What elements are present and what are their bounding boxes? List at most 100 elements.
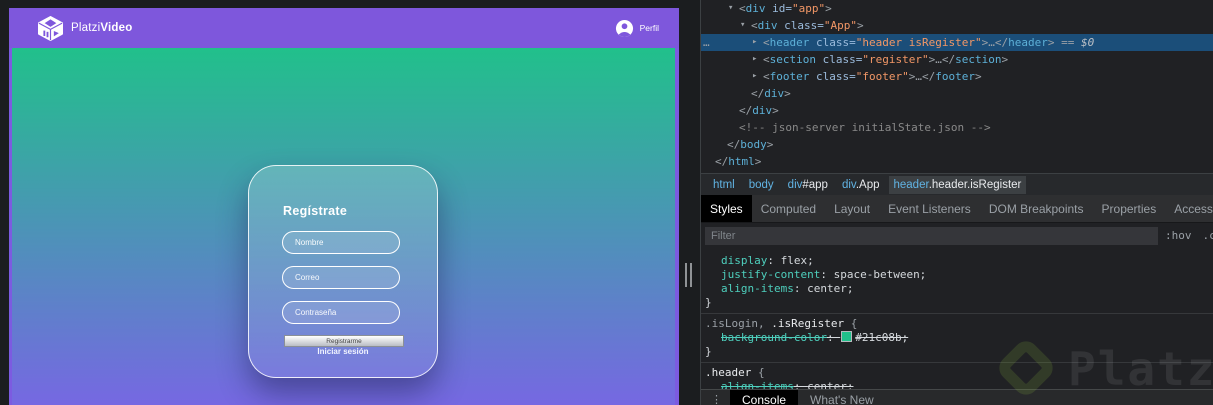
code-segment: .isLogin, <box>705 317 765 330</box>
dom-node-row[interactable]: <!-- json-server initialState.json --> <box>701 119 1213 136</box>
screenshot-root: PlatziVideo Perfil Regístrate Registrarm… <box>0 0 1213 405</box>
code-segment: div <box>757 19 778 32</box>
dom-node-row[interactable]: ▾ <div id="app"> <box>701 0 1213 17</box>
css-rule: display: flex; justify-content: space-bet… <box>701 251 1213 314</box>
code-segment: </ <box>715 155 729 168</box>
css-declaration[interactable]: align-items: center; <box>701 380 1213 389</box>
code-segment: == <box>1054 36 1081 49</box>
code-segment: : <box>793 282 808 295</box>
code-segment: align-items <box>721 282 794 295</box>
toggle-hov[interactable]: :hov <box>1165 227 1192 245</box>
code-segment: "App" <box>823 19 857 32</box>
dom-node-row[interactable]: </html> <box>701 153 1213 170</box>
code-segment: div <box>752 104 773 117</box>
code-segment: body <box>740 138 767 151</box>
expand-arrow-icon[interactable]: ▸ <box>752 34 757 51</box>
login-link[interactable]: Iniciar sesión <box>249 347 437 356</box>
code-segment: } <box>705 345 712 358</box>
css-rule: .header {align-items: center; <box>701 363 1213 389</box>
code-segment: </ <box>921 70 936 83</box>
code-segment: < <box>763 70 770 83</box>
code-segment: justify-content <box>721 268 821 281</box>
code-segment: < <box>763 53 770 66</box>
name-input[interactable] <box>282 231 400 254</box>
expand-arrow-icon[interactable]: ▸ <box>752 51 757 68</box>
css-declaration[interactable]: .isLogin, .isRegister { <box>701 317 1213 331</box>
tab-layout[interactable]: Layout <box>825 195 879 222</box>
css-declaration[interactable]: align-items: center; <box>701 282 1213 296</box>
site-logo[interactable]: PlatziVideo <box>37 15 132 41</box>
code-segment: : <box>767 254 781 267</box>
kebab-menu-icon[interactable]: ⋮ <box>701 390 730 405</box>
register-section: Regístrate Registrarme Iniciar sesión <box>12 48 675 405</box>
dom-node-row[interactable]: </div> <box>701 85 1213 102</box>
tab-styles[interactable]: Styles <box>701 195 752 222</box>
code-segment: $0 <box>1080 36 1095 49</box>
breadcrumb-item[interactable]: html <box>708 176 740 194</box>
drawer-tab-console[interactable]: Console <box>730 390 799 405</box>
code-segment: html <box>728 155 755 168</box>
dom-node-row[interactable]: ▾ <div class="App"> <box>701 17 1213 34</box>
tab-dom-breakpoints[interactable]: DOM Breakpoints <box>980 195 1093 222</box>
code-segment: { <box>844 317 858 330</box>
color-swatch <box>841 331 853 342</box>
tab-properties[interactable]: Properties <box>1093 195 1166 222</box>
code-segment: class= <box>777 19 824 32</box>
css-declaration[interactable]: background-color: #21c08b; <box>701 331 1213 345</box>
code-segment: > <box>1001 53 1009 66</box>
css-declaration[interactable]: .header { <box>701 366 1213 380</box>
css-declaration[interactable]: } <box>701 345 1213 359</box>
profile-menu[interactable]: Perfil <box>615 19 659 38</box>
css-declaration[interactable]: } <box>701 296 1213 310</box>
code-segment: center; <box>807 282 854 295</box>
row-overflow-icon[interactable]: … <box>703 34 711 51</box>
code-segment: < <box>751 19 758 32</box>
filter-input[interactable]: Filter <box>705 227 1158 245</box>
dom-node-row[interactable]: ▸ <footer class="footer">…</footer> <box>701 68 1213 85</box>
devtools-resizer[interactable] <box>679 0 700 405</box>
styles-pane: display: flex; justify-content: space-bet… <box>701 249 1213 389</box>
dom-node-row[interactable]: ▸ <section class="register">…</section> <box>701 51 1213 68</box>
breadcrumb: html body div#app div.App header.header.isRe… <box>701 173 1213 195</box>
register-button[interactable]: Registrarme <box>284 335 404 347</box>
logo-text-regular: Platzi <box>71 22 101 34</box>
drawer-tab-what-s-new[interactable]: What's New <box>798 390 886 405</box>
styles-filter-row: Filter :hov .cls <box>701 223 1213 249</box>
tab-event-listeners[interactable]: Event Listeners <box>879 195 980 222</box>
dom-node-row[interactable]: </body> <box>701 136 1213 153</box>
platzi-video-cube-icon <box>38 15 63 41</box>
profile-label: Perfil <box>639 23 659 33</box>
expand-arrow-icon[interactable]: ▾ <box>728 0 733 17</box>
breadcrumb-item[interactable]: header.header.isRegister <box>888 175 1027 194</box>
code-segment: align-items <box>721 380 794 389</box>
code-segment: section <box>955 53 1002 66</box>
breadcrumb-item[interactable]: div#app <box>783 176 833 194</box>
code-segment: … <box>915 70 922 83</box>
code-segment: } <box>705 296 712 309</box>
password-input[interactable] <box>282 301 400 324</box>
expand-arrow-icon[interactable]: ▸ <box>752 68 757 85</box>
code-segment: <!-- json-server initialState.json --> <box>739 121 991 134</box>
dom-node-row[interactable]: </div> <box>701 102 1213 119</box>
tab-computed[interactable]: Computed <box>752 195 825 222</box>
css-declaration[interactable]: justify-content: space-between; <box>701 268 1213 282</box>
dom-node-row[interactable]: … ▸ <header class="header isRegister">…</h… <box>701 34 1213 51</box>
code-segment: .isRegister <box>771 317 845 330</box>
breadcrumb-item[interactable]: div.App <box>837 176 885 194</box>
code-segment: div <box>764 87 785 100</box>
toggle-cls[interactable]: .cls <box>1203 227 1213 245</box>
code-segment: > <box>784 87 791 100</box>
code-segment: "header isRegister" <box>855 36 982 49</box>
breadcrumb-suffix: .App <box>855 178 880 191</box>
expand-arrow-icon[interactable]: ▾ <box>740 17 745 34</box>
code-segment: </ <box>727 138 741 151</box>
code-segment: div <box>745 2 766 15</box>
code-segment: { <box>751 366 765 379</box>
code-segment: </ <box>751 87 765 100</box>
tab-accessibility[interactable]: Accessibility <box>1165 195 1213 222</box>
code-segment: space-between; <box>833 268 927 281</box>
code-segment: < <box>763 36 770 49</box>
css-declaration[interactable]: display: flex; <box>701 254 1213 268</box>
breadcrumb-item[interactable]: body <box>744 176 779 194</box>
email-input[interactable] <box>282 266 400 289</box>
